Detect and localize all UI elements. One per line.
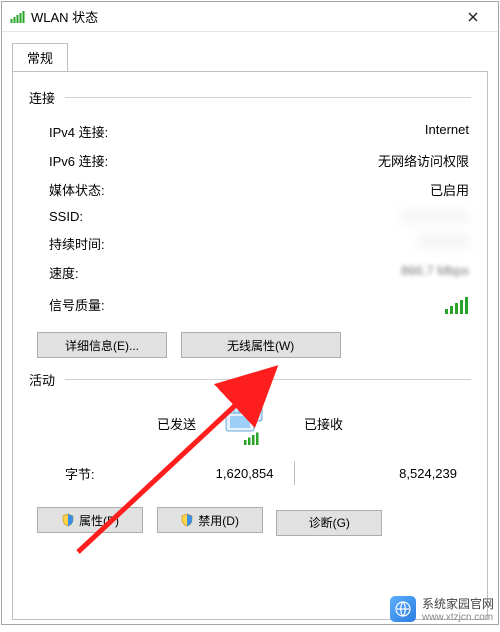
details-button-row: 详细信息(E)... 无线属性(W) xyxy=(37,332,471,358)
close-icon xyxy=(468,12,478,22)
watermark: 系统家园官网 www.xtzjcn.com xyxy=(390,595,494,623)
divider xyxy=(294,461,295,485)
wireless-properties-button[interactable]: 无线属性(W) xyxy=(181,332,341,358)
ipv4-value: Internet xyxy=(179,122,469,141)
signal-label: 信号质量: xyxy=(49,295,179,314)
wifi-icon xyxy=(10,9,25,24)
bottom-button-row: 属性(P) 禁用(D) 诊断(G) xyxy=(37,507,471,536)
row-ssid: SSID: XXXXXXXX xyxy=(29,204,471,229)
watermark-brand: 系统家园官网 xyxy=(422,595,494,612)
ssid-label: SSID: xyxy=(49,209,179,224)
close-button[interactable] xyxy=(452,3,494,31)
shield-icon xyxy=(180,513,194,527)
row-media: 媒体状态: 已启用 xyxy=(29,175,471,204)
title-bar: WLAN 状态 xyxy=(2,2,498,32)
activity-grid: 已发送 已接收 xyxy=(37,399,463,447)
ipv6-value: 无网络访问权限 xyxy=(179,151,469,170)
row-ipv6: IPv6 连接: 无网络访问权限 xyxy=(29,146,471,175)
row-speed: 速度: 866.7 Mbps xyxy=(29,258,471,287)
watermark-icon xyxy=(390,596,416,622)
diagnose-button[interactable]: 诊断(G) xyxy=(276,510,382,536)
sent-label: 已发送 xyxy=(37,414,214,433)
ssid-value: XXXXXXXX xyxy=(179,209,469,224)
speed-value: 866.7 Mbps xyxy=(179,263,469,282)
row-signal: 信号质量: xyxy=(29,287,471,318)
properties-button[interactable]: 属性(P) xyxy=(37,507,143,533)
recv-label: 已接收 xyxy=(286,414,463,433)
bytes-recv-value: 8,524,239 xyxy=(309,466,464,481)
group-connection: 连接 xyxy=(29,88,471,107)
ipv6-label: IPv6 连接: xyxy=(49,151,179,170)
details-button[interactable]: 详细信息(E)... xyxy=(37,332,167,358)
group-activity-label: 活动 xyxy=(29,370,55,389)
wlan-status-window: WLAN 状态 常规 连接 IPv4 连接: Internet IPv6 连接:… xyxy=(1,1,499,625)
bytes-sent-value: 1,620,854 xyxy=(125,466,280,481)
network-activity-icon xyxy=(214,399,286,447)
media-label: 媒体状态: xyxy=(49,180,179,199)
divider xyxy=(65,97,471,98)
signal-bars-icon xyxy=(179,296,469,314)
group-connection-label: 连接 xyxy=(29,88,55,107)
watermark-url: www.xtzjcn.com xyxy=(422,612,494,623)
window-title: WLAN 状态 xyxy=(31,7,452,26)
group-activity: 活动 xyxy=(29,370,471,389)
tab-strip: 常规 xyxy=(2,32,498,71)
speed-label: 速度: xyxy=(49,263,179,282)
row-ipv4: IPv4 连接: Internet xyxy=(29,117,471,146)
tab-body: 连接 IPv4 连接: Internet IPv6 连接: 无网络访问权限 媒体… xyxy=(12,71,488,620)
duration-label: 持续时间: xyxy=(49,234,179,253)
tab-general[interactable]: 常规 xyxy=(12,43,68,72)
bytes-label: 字节: xyxy=(65,464,125,483)
bytes-row: 字节: 1,620,854 8,524,239 xyxy=(29,461,471,485)
divider xyxy=(65,379,471,380)
media-value: 已启用 xyxy=(179,180,469,199)
disable-button[interactable]: 禁用(D) xyxy=(157,507,263,533)
shield-icon xyxy=(61,513,75,527)
duration-value: 00:00:00 xyxy=(179,234,469,253)
row-duration: 持续时间: 00:00:00 xyxy=(29,229,471,258)
ipv4-label: IPv4 连接: xyxy=(49,122,179,141)
